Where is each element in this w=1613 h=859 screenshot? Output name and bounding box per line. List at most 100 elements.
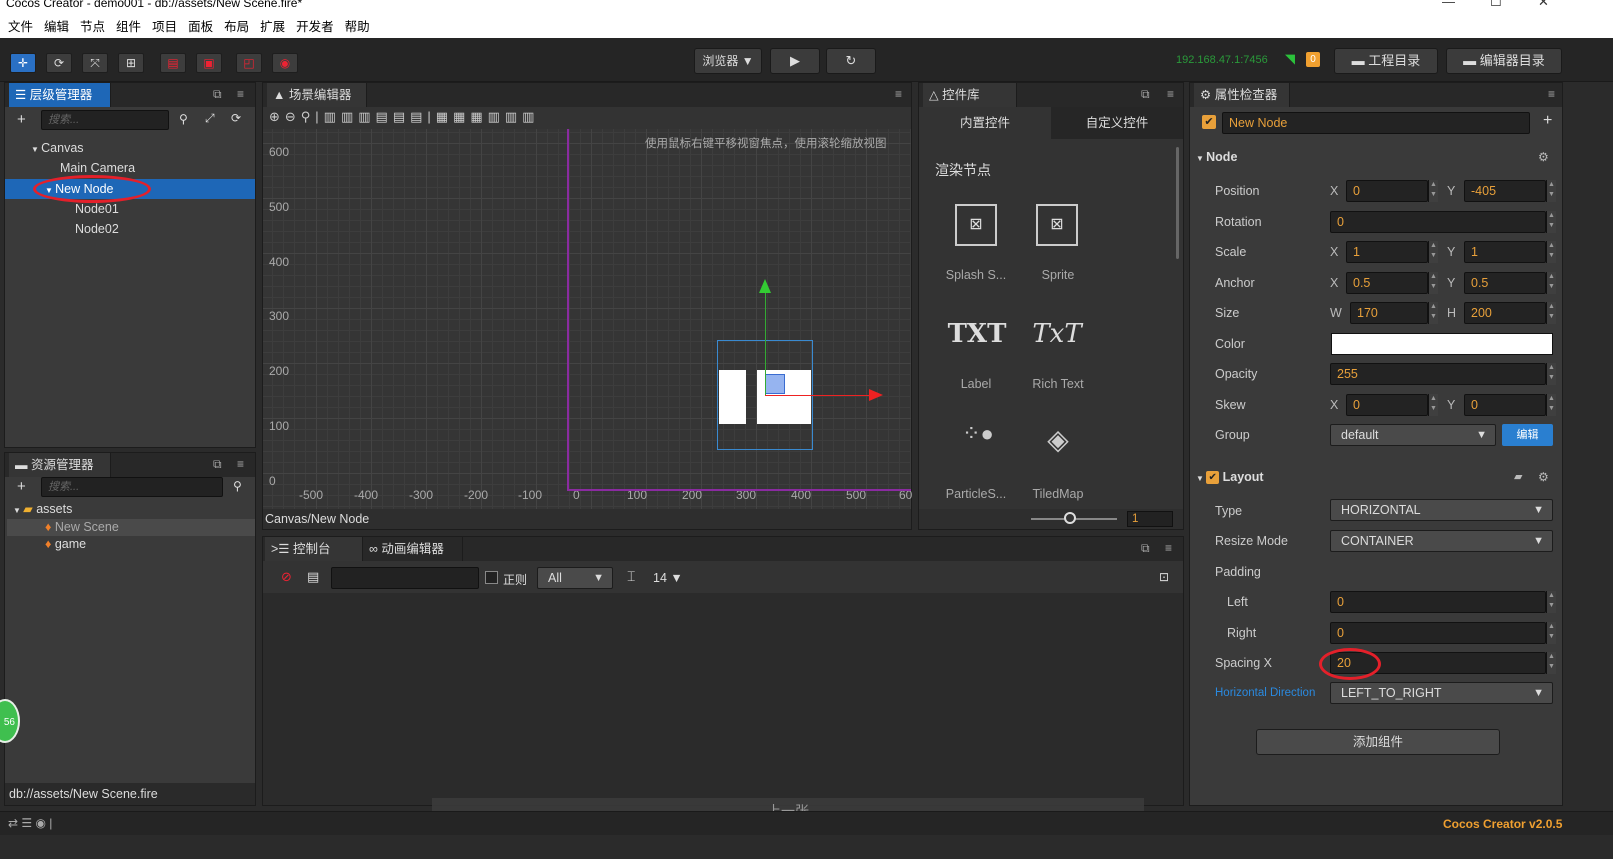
stepper-icon[interactable]: ▲ ▼: [1428, 180, 1438, 202]
stepper-icon[interactable]: ▲ ▼: [1428, 302, 1438, 324]
position-y-input[interactable]: -405: [1464, 180, 1546, 202]
asset-folder-assets[interactable]: ▼ ▰ assets: [13, 501, 72, 516]
tree-item-canvas[interactable]: ▼ Canvas: [31, 141, 84, 155]
menu-developer[interactable]: 开发者: [296, 16, 334, 35]
search-icon[interactable]: ⚲: [233, 479, 242, 493]
console-filter-input[interactable]: [331, 567, 479, 589]
size-h-input[interactable]: 200: [1464, 302, 1546, 324]
node-active-checkbox[interactable]: ✔: [1202, 115, 1216, 129]
stepper-icon[interactable]: ▲ ▼: [1546, 394, 1556, 416]
splash-sprite-icon[interactable]: ⊠: [955, 204, 997, 246]
stepper-icon[interactable]: ▲ ▼: [1546, 652, 1556, 674]
widget-label[interactable]: Label: [939, 377, 1013, 391]
menu-panel[interactable]: 面板: [188, 16, 213, 35]
add-icon[interactable]: +: [1543, 112, 1552, 130]
play-button[interactable]: ▶: [770, 48, 820, 74]
skew-x-input[interactable]: 0: [1346, 394, 1428, 416]
font-size-select[interactable]: 14 ▼: [645, 567, 691, 589]
search-icon[interactable]: ⚲: [179, 112, 188, 126]
clear-icon[interactable]: ⊘: [281, 569, 292, 585]
tree-item-node02[interactable]: Node02: [75, 222, 119, 236]
gizmo-x-arrow[interactable]: [869, 389, 883, 401]
padding-right-input[interactable]: 0: [1330, 622, 1546, 644]
scene-viewport[interactable]: [263, 129, 911, 509]
stepper-icon[interactable]: ▲ ▼: [1546, 591, 1556, 613]
child-node01[interactable]: [719, 370, 746, 424]
skew-y-input[interactable]: 0: [1464, 394, 1546, 416]
asset-item-game[interactable]: ♦ game: [45, 537, 86, 551]
book-icon[interactable]: ▰: [1514, 470, 1522, 483]
panel-menu-icon[interactable]: ≡: [1167, 87, 1174, 101]
sprite-icon[interactable]: ⊠: [1036, 204, 1078, 246]
gizmo-y-arrow[interactable]: [759, 279, 771, 293]
widget-tiledmap[interactable]: TiledMap: [1021, 487, 1095, 501]
console-log-area[interactable]: [263, 593, 1183, 805]
edit-group-button[interactable]: 编辑: [1502, 424, 1553, 446]
close-icon[interactable]: ✕: [1538, 0, 1549, 8]
server-address[interactable]: 192.168.47.1:7456: [1176, 54, 1268, 66]
tab-scene[interactable]: ▲ 场景编辑器: [267, 83, 367, 107]
align-toolbar[interactable]: ⊕⊖⚲|▥▥▥▤▤▤|▦▦▦▥▥▥: [269, 109, 539, 125]
menu-node[interactable]: 节点: [80, 16, 105, 35]
tab-widgets[interactable]: △ 控件库: [923, 83, 1017, 107]
gizmo-y-axis[interactable]: [765, 289, 766, 395]
project-dir-button[interactable]: ▬ 工程目录: [1334, 48, 1438, 74]
label-icon[interactable]: TXT: [945, 319, 1009, 349]
node-section-header[interactable]: ▼ Node: [1196, 146, 1559, 168]
horizontal-direction-select[interactable]: LEFT_TO_RIGHT ▼: [1330, 682, 1553, 704]
widget-sprite[interactable]: Sprite: [1021, 268, 1095, 282]
padding-left-input[interactable]: 0: [1330, 591, 1546, 613]
menu-help[interactable]: 帮助: [345, 16, 370, 35]
local-global-icon[interactable]: ▤: [160, 53, 186, 73]
log-level-select[interactable]: All ▼: [537, 567, 613, 589]
popout-icon[interactable]: ⧉: [213, 87, 222, 102]
popout-icon[interactable]: ⧉: [213, 457, 222, 472]
panel-menu-icon[interactable]: ≡: [237, 457, 244, 471]
refresh-button[interactable]: ↻: [826, 48, 876, 74]
opacity-input[interactable]: 255: [1330, 363, 1546, 385]
stepper-icon[interactable]: ▲ ▼: [1428, 272, 1438, 294]
stepper-icon[interactable]: ▲ ▼: [1428, 394, 1438, 416]
zoom-value-input[interactable]: 1: [1127, 511, 1173, 527]
group-select[interactable]: default ▼: [1330, 424, 1496, 446]
pivot-center-icon[interactable]: ▣: [196, 53, 222, 73]
regex-checkbox[interactable]: [485, 571, 498, 584]
stepper-icon[interactable]: ▲ ▼: [1428, 241, 1438, 263]
minimize-icon[interactable]: —: [1442, 0, 1455, 8]
widget-scrollbar[interactable]: [1176, 147, 1179, 259]
panel-menu-icon[interactable]: ≡: [1165, 541, 1172, 555]
editor-dir-button[interactable]: ▬ 编辑器目录: [1446, 48, 1562, 74]
tree-item-node01[interactable]: Node01: [75, 202, 119, 216]
position-x-input[interactable]: 0: [1346, 180, 1428, 202]
maximize-icon[interactable]: ☐: [1490, 0, 1502, 8]
tab-builtin-widgets[interactable]: 内置控件: [919, 107, 1051, 139]
menu-edit[interactable]: 编辑: [44, 16, 69, 35]
move-tool-icon[interactable]: ✛: [10, 53, 36, 73]
menu-component[interactable]: 组件: [116, 16, 141, 35]
stepper-icon[interactable]: ▲ ▼: [1546, 622, 1556, 644]
scale-x-input[interactable]: 1: [1346, 241, 1428, 263]
expand-icon[interactable]: ⤢: [205, 111, 215, 126]
rotate-tool-icon[interactable]: ⟳: [46, 53, 72, 73]
gear-icon[interactable]: ⚙: [1538, 470, 1549, 484]
widget-particle-system[interactable]: ParticleS...: [939, 487, 1013, 501]
popout-icon[interactable]: ⧉: [1141, 541, 1150, 556]
add-node-icon[interactable]: +: [17, 111, 26, 128]
particle-icon[interactable]: ⁘●: [953, 421, 1003, 447]
stepper-icon[interactable]: ▲ ▼: [1546, 302, 1556, 324]
log-file-icon[interactable]: ▤: [307, 569, 319, 585]
layout-enabled-checkbox[interactable]: ✔: [1206, 471, 1220, 485]
add-component-button[interactable]: 添加组件: [1256, 729, 1500, 755]
browser-select[interactable]: 浏览器 ▼: [694, 48, 762, 74]
tab-hierarchy[interactable]: ☰ 层级管理器: [9, 83, 111, 107]
color-swatch[interactable]: [1331, 333, 1553, 355]
menu-extension[interactable]: 扩展: [260, 16, 285, 35]
zoom-slider-handle[interactable]: [1064, 512, 1076, 524]
stepper-icon[interactable]: ▲ ▼: [1546, 272, 1556, 294]
panel-menu-icon[interactable]: ≡: [1548, 87, 1555, 101]
tree-item-main-camera[interactable]: Main Camera: [60, 161, 135, 175]
stepper-icon[interactable]: ▲ ▼: [1546, 363, 1556, 385]
menu-layout[interactable]: 布局: [224, 16, 249, 35]
tab-assets[interactable]: ▬ 资源管理器: [9, 453, 111, 477]
gizmo-center[interactable]: [765, 374, 785, 394]
